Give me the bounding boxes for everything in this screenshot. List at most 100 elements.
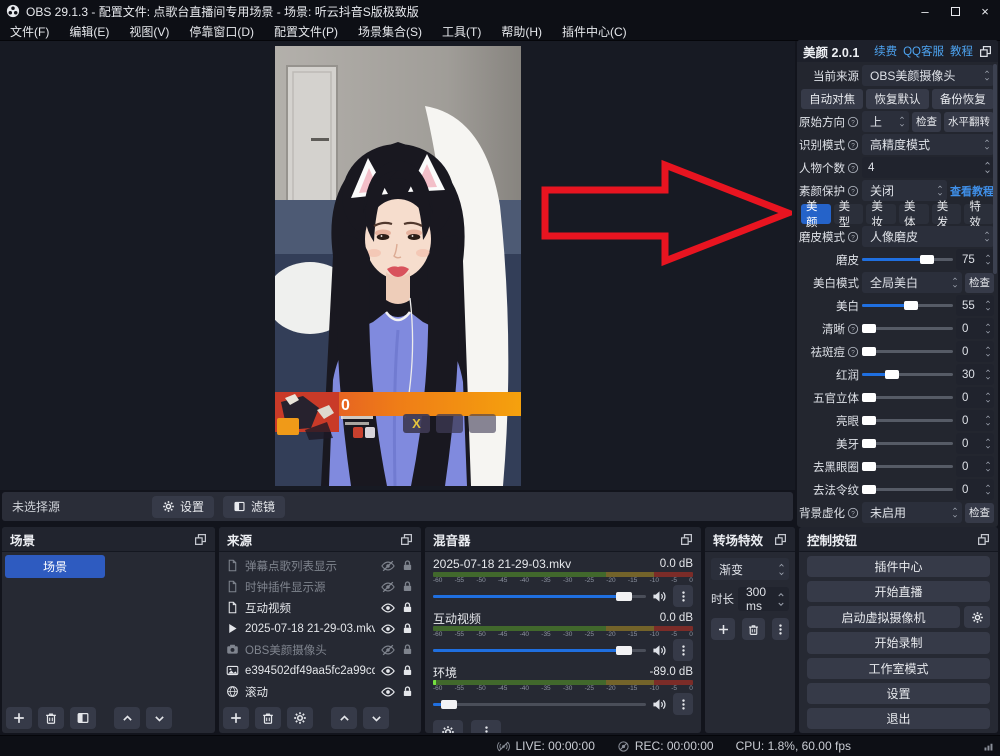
- help-icon[interactable]: ?: [847, 116, 859, 128]
- view-tutorial-link[interactable]: 查看教程: [950, 183, 994, 199]
- control-button-3[interactable]: 开始录制: [807, 632, 990, 653]
- beauty-tab-2[interactable]: 美妆: [866, 204, 896, 224]
- visibility-toggle[interactable]: [381, 601, 395, 615]
- control-button-6[interactable]: 退出: [807, 708, 990, 729]
- beauty-slider[interactable]: [862, 410, 953, 431]
- lock-toggle[interactable]: [401, 664, 414, 677]
- smooth-mode-select[interactable]: 人像磨皮: [862, 226, 994, 247]
- beauty-slider[interactable]: [862, 341, 953, 362]
- menu-item-7[interactable]: 帮助(H): [491, 22, 552, 40]
- beauty-slider-value[interactable]: 0: [956, 456, 994, 477]
- beauty-extra-button[interactable]: 水平翻转: [944, 112, 994, 132]
- scenes-move-down-button[interactable]: [146, 707, 172, 729]
- help-icon[interactable]: ?: [847, 162, 859, 174]
- popout-icon[interactable]: [680, 533, 693, 546]
- scene-item[interactable]: 场景: [5, 555, 105, 578]
- channel-menu-button[interactable]: [673, 693, 693, 715]
- beauty-tab-0[interactable]: 美颜: [801, 204, 831, 224]
- source-row[interactable]: OBS美颜摄像头: [219, 639, 421, 660]
- scenes-move-up-button[interactable]: [114, 707, 140, 729]
- source-row[interactable]: e394502df49aa5fc2a99cd2e7c: [219, 660, 421, 681]
- help-icon[interactable]: ?: [847, 346, 859, 358]
- beauty-extra-button[interactable]: 检查: [965, 273, 994, 293]
- visibility-toggle[interactable]: [381, 664, 395, 678]
- beauty-extra-button[interactable]: 检查: [912, 112, 941, 132]
- beauty-link-1[interactable]: QQ客服: [903, 43, 944, 59]
- visibility-toggle[interactable]: [381, 622, 395, 636]
- beauty-slider[interactable]: [862, 364, 953, 385]
- current-source-select[interactable]: OBS美颜摄像头: [862, 65, 994, 86]
- channel-menu-button[interactable]: [673, 639, 693, 661]
- visibility-toggle[interactable]: [381, 580, 395, 594]
- beauty-tab-1[interactable]: 美型: [834, 204, 864, 224]
- sources-move-up-button[interactable]: [331, 707, 357, 729]
- beauty-slider[interactable]: [862, 295, 953, 316]
- beauty-slider-value[interactable]: 0: [956, 341, 994, 362]
- beauty-slider-value[interactable]: 0: [956, 387, 994, 408]
- menu-item-4[interactable]: 配置文件(P): [264, 22, 348, 40]
- volume-slider[interactable]: [433, 595, 646, 598]
- popout-icon[interactable]: [774, 533, 787, 546]
- help-icon[interactable]: ?: [847, 139, 859, 151]
- visibility-toggle[interactable]: [381, 643, 395, 657]
- close-button[interactable]: ×: [970, 0, 1000, 22]
- beauty-slider[interactable]: [862, 456, 953, 477]
- beauty-slider-value[interactable]: 0: [956, 479, 994, 500]
- control-button-0[interactable]: 插件中心: [807, 556, 990, 577]
- beauty-tab-5[interactable]: 特效: [964, 204, 994, 224]
- popout-icon[interactable]: [194, 533, 207, 546]
- beauty-link-2[interactable]: 教程: [950, 43, 973, 59]
- menu-item-6[interactable]: 工具(T): [432, 22, 491, 40]
- person-count-spinner[interactable]: 4: [862, 157, 994, 178]
- minimize-button[interactable]: –: [910, 0, 940, 22]
- transition-menu-button[interactable]: [772, 618, 789, 640]
- beauty-slider-value[interactable]: 55: [956, 295, 994, 316]
- menu-item-0[interactable]: 文件(F): [0, 22, 59, 40]
- help-icon[interactable]: ?: [847, 323, 859, 335]
- control-button-2[interactable]: 启动虚拟摄像机: [807, 606, 960, 628]
- menu-item-1[interactable]: 编辑(E): [59, 22, 119, 40]
- lock-toggle[interactable]: [401, 580, 414, 593]
- sources-move-down-button[interactable]: [363, 707, 389, 729]
- beauty-action-button[interactable]: 自动对焦: [801, 89, 863, 109]
- add-transition-button[interactable]: [711, 618, 735, 640]
- source-row[interactable]: 时钟插件显示源: [219, 576, 421, 597]
- lock-toggle[interactable]: [401, 685, 414, 698]
- maximize-button[interactable]: [940, 0, 970, 22]
- menu-item-5[interactable]: 场景集合(S): [348, 22, 432, 40]
- scenes-filter-button[interactable]: [70, 707, 96, 729]
- source-filters-button[interactable]: 滤镜: [223, 496, 285, 518]
- sources-plus-button[interactable]: [223, 707, 249, 729]
- popout-icon[interactable]: [979, 45, 992, 58]
- menu-item-3[interactable]: 停靠窗口(D): [179, 22, 264, 40]
- remove-transition-button[interactable]: [742, 618, 765, 640]
- scrollbar[interactable]: [993, 64, 997, 274]
- beauty-slider-value[interactable]: 30: [956, 364, 994, 385]
- beauty-slider[interactable]: [862, 387, 953, 408]
- beauty-action-button[interactable]: 恢复默认: [866, 89, 928, 109]
- beauty-slider[interactable]: [862, 249, 953, 270]
- popout-icon[interactable]: [977, 533, 990, 546]
- beauty-action-button[interactable]: 备份恢复: [932, 89, 994, 109]
- mixer-menu-button[interactable]: [471, 720, 501, 733]
- source-row[interactable]: 滚动: [219, 681, 421, 702]
- transition-type-select[interactable]: 渐变: [711, 558, 789, 580]
- beauty-slider-value[interactable]: 75: [956, 249, 994, 270]
- help-icon[interactable]: ?: [847, 185, 859, 197]
- beauty-slider[interactable]: [862, 318, 953, 339]
- control-button-5[interactable]: 设置: [807, 683, 990, 704]
- bg-blur-select[interactable]: 未启用: [862, 502, 962, 523]
- source-row[interactable]: 2025-07-18 21-29-03.mkv: [219, 618, 421, 639]
- volume-slider[interactable]: [433, 649, 646, 652]
- popout-icon[interactable]: [400, 533, 413, 546]
- control-button-4[interactable]: 工作室模式: [807, 658, 990, 679]
- beauty-extra-button[interactable]: 检查: [965, 503, 994, 523]
- help-icon[interactable]: ?: [847, 507, 859, 519]
- sources-trash-button[interactable]: [255, 707, 281, 729]
- source-row[interactable]: 互动视频: [219, 597, 421, 618]
- beauty-slider-value[interactable]: 0: [956, 410, 994, 431]
- beauty-tab-3[interactable]: 美体: [899, 204, 929, 224]
- beauty-tab-4[interactable]: 美发: [932, 204, 962, 224]
- sources-gear-button[interactable]: [287, 707, 313, 729]
- lock-toggle[interactable]: [401, 643, 414, 656]
